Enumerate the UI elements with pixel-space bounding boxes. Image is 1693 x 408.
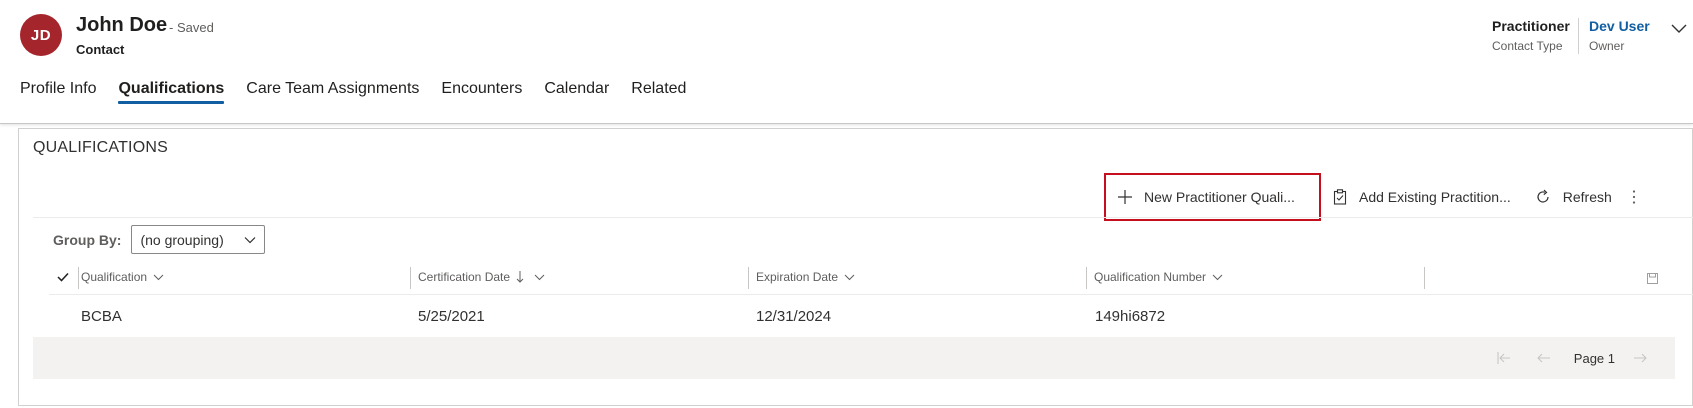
chevron-down-icon [534, 274, 545, 280]
column-label: Qualification Number [1094, 270, 1207, 284]
chevron-down-icon [1212, 274, 1223, 280]
grid-footer: Page 1 [33, 337, 1675, 379]
cell-qualification[interactable]: BCBA [81, 295, 122, 337]
column-separator [1424, 267, 1425, 289]
avatar: JD [20, 14, 62, 56]
save-status: - Saved [169, 20, 214, 35]
tab-encounters[interactable]: Encounters [441, 80, 522, 104]
column-header-qualification-number[interactable]: Qualification Number [1094, 259, 1223, 295]
column-header-qualification[interactable]: Qualification [81, 259, 164, 295]
tab-qualifications[interactable]: Qualifications [118, 80, 224, 104]
first-page-button[interactable] [1484, 352, 1524, 364]
cell-certification-date: 5/25/2021 [418, 307, 485, 325]
record-title: John Doe [76, 14, 168, 36]
group-by-label: Group By: [53, 231, 122, 248]
checkmark-icon [57, 272, 69, 282]
cell-expiration-date: 12/31/2024 [756, 307, 832, 325]
qualifications-section: QUALIFICATIONS New Practitioner Quali...… [18, 128, 1693, 406]
header-field-contact-type: Practitioner Contact Type [1492, 18, 1570, 53]
new-button-label: New Practitioner Quali... [1144, 189, 1295, 205]
refresh-button[interactable]: Refresh [1523, 173, 1624, 221]
refresh-icon [1537, 189, 1549, 203]
tab-calendar[interactable]: Calendar [544, 80, 609, 104]
previous-page-button[interactable] [1524, 352, 1564, 364]
column-header-certification-date[interactable]: Certification Date [418, 259, 545, 295]
select-all-checkbox[interactable] [57, 259, 77, 295]
record-header: JD John Doe - Saved Contact Practitioner… [0, 0, 1693, 124]
new-practitioner-qualification-button[interactable]: New Practitioner Quali... [1104, 173, 1321, 221]
tab-profile-info[interactable]: Profile Info [20, 80, 96, 104]
tab-related[interactable]: Related [631, 80, 686, 104]
add-existing-practitioner-button[interactable]: Add Existing Practition... [1321, 173, 1523, 221]
column-header-expiration-date[interactable]: Expiration Date [756, 259, 855, 295]
group-by-select[interactable]: (no grouping) [131, 225, 266, 254]
chevron-down-icon [245, 236, 256, 243]
column-separator [410, 267, 411, 289]
refresh-label: Refresh [1562, 189, 1612, 205]
group-by: Group By: (no grouping) [53, 225, 266, 254]
owner-label: Owner [1589, 39, 1625, 53]
contact-type-value: Practitioner [1492, 18, 1570, 34]
arrow-right-icon [1634, 353, 1647, 363]
pager: Page 1 [1484, 337, 1655, 379]
sort-descending-icon [516, 271, 524, 283]
column-separator [1086, 267, 1087, 289]
next-page-button[interactable] [1625, 352, 1655, 364]
add-existing-label: Add Existing Practition... [1359, 189, 1511, 205]
grid-header: Qualification Certification Date Expirat… [49, 259, 1693, 295]
column-label: Expiration Date [756, 270, 839, 284]
column-label: Qualification [81, 270, 148, 284]
command-bar-divider [33, 217, 1693, 218]
page-label: Page 1 [1573, 350, 1615, 366]
tab-list: Profile Info Qualifications Care Team As… [20, 80, 708, 104]
owner-value-link[interactable]: Dev User [1589, 18, 1650, 34]
cell-qualification-number: 149hi6872 [1095, 307, 1166, 325]
chevron-down-icon [153, 274, 164, 280]
table-row[interactable]: BCBA 5/25/2021 12/31/2024 149hi6872 [49, 295, 1693, 337]
entity-name: Contact [76, 42, 125, 57]
section-title: QUALIFICATIONS [33, 139, 168, 156]
group-by-value: (no grouping) [140, 231, 224, 248]
save-icon[interactable] [1647, 273, 1658, 284]
arrow-left-icon [1537, 353, 1550, 363]
header-divider [1578, 18, 1579, 54]
tab-care-team-assignments[interactable]: Care Team Assignments [246, 80, 419, 104]
column-separator [78, 267, 79, 289]
plus-icon [1118, 190, 1132, 204]
command-bar: New Practitioner Quali... Add Existing P… [1104, 173, 1656, 221]
column-label: Certification Date [418, 270, 511, 284]
chevron-down-icon [844, 274, 855, 280]
contact-type-label: Contact Type [1492, 39, 1563, 53]
header-field-owner[interactable]: Dev User Owner [1589, 18, 1650, 53]
chevron-down-icon[interactable] [1670, 22, 1688, 36]
first-page-icon [1497, 352, 1510, 364]
more-commands-button[interactable] [1624, 173, 1656, 221]
more-vertical-icon [1632, 190, 1635, 204]
clipboard-icon [1333, 189, 1347, 205]
column-separator [748, 267, 749, 289]
